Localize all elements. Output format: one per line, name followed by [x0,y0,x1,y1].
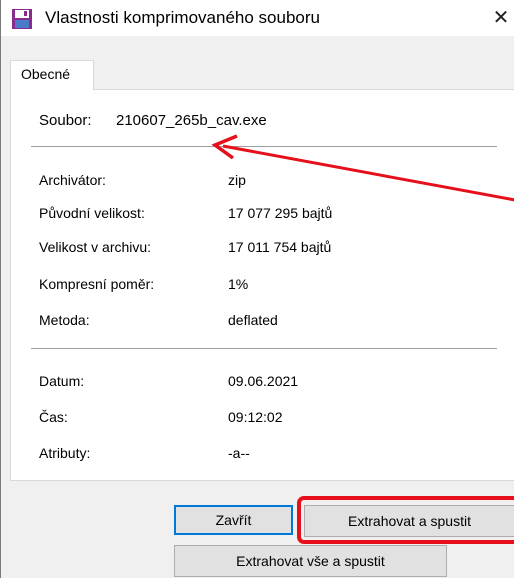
time-value: 09:12:02 [228,409,283,425]
separator [31,348,497,349]
archive-size-value: 17 011 754 bajtů [228,239,332,255]
time-label: Čas: [39,409,68,425]
date-label: Datum: [39,373,85,389]
date-value: 09.06.2021 [228,373,299,389]
close-button[interactable]: Zavřít [174,505,293,535]
original-size-value: 17 077 295 bajtů [228,205,333,221]
original-size-label: Původní velikost: [39,205,145,221]
attributes-label: Atributy: [39,445,91,461]
file-label: Soubor: [39,112,92,129]
extract-all-and-run-button[interactable]: Extrahovat vše a spustit [174,545,447,577]
method-label: Metoda: [39,312,90,328]
window-title: Vlastnosti komprimovaného souboru [45,8,320,27]
tab-general-label: Obecné [21,66,71,82]
file-name: 210607_265b_cav.exe [116,112,267,129]
archiver-label: Archivátor: [39,172,106,188]
separator [31,146,497,147]
title-bar: Vlastnosti komprimovaného souboru ✕ [1,0,514,36]
attributes-value: -a-- [228,445,250,461]
archiver-value: zip [228,172,246,188]
close-window-button[interactable]: ✕ [487,4,514,32]
properties-dialog: Vlastnosti komprimovaného souboru ✕ Obec… [0,0,514,578]
compression-ratio-label: Kompresní poměr: [39,276,155,292]
floppy-disk-icon [12,9,32,29]
method-value: deflated [228,312,278,328]
extract-and-run-button[interactable]: Extrahovat a spustit [304,505,514,537]
close-icon: ✕ [492,7,510,29]
tab-general[interactable]: Obecné [10,60,94,90]
archive-size-label: Velikost v archivu: [39,239,152,255]
compression-ratio-value: 1% [228,276,249,292]
